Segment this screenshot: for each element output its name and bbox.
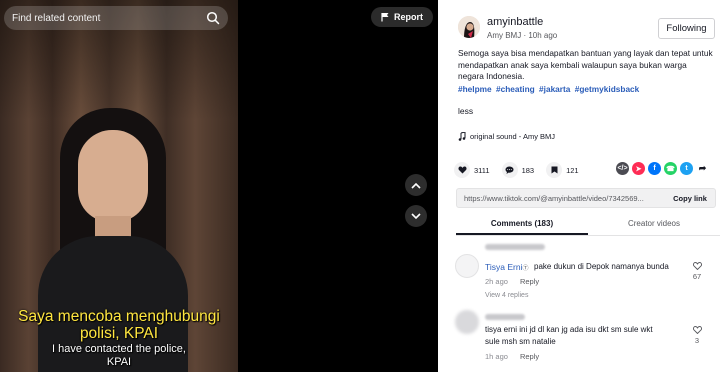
comment-like-count: 3	[694, 336, 700, 345]
send-to-friends-icon[interactable]: ➤	[632, 162, 645, 175]
tab-comments[interactable]: Comments (183)	[456, 214, 588, 235]
search-icon[interactable]	[206, 11, 220, 25]
heart-icon[interactable]	[454, 162, 470, 178]
author-meta: Amy BMJ · 10h ago	[487, 31, 558, 40]
comment-time: 2h ago	[485, 277, 508, 286]
post-description: Semoga saya bisa mendapatkan bantuan yan…	[458, 48, 713, 81]
hashtag-link[interactable]: #getmykidsback	[575, 84, 640, 94]
commenter-avatar[interactable]	[455, 254, 479, 278]
hidden-commenter-name	[485, 314, 525, 320]
search-placeholder[interactable]: Find related content	[12, 13, 206, 24]
next-video-button[interactable]	[405, 205, 427, 227]
heart-outline-icon	[692, 262, 702, 271]
comment-icon[interactable]	[501, 162, 518, 178]
bookmark-icon[interactable]	[546, 162, 563, 178]
previous-video-button[interactable]	[405, 174, 427, 196]
following-button[interactable]: Following	[658, 18, 715, 39]
share-buttons: </> ➤ f ☎ t ➦	[616, 162, 709, 175]
save-count: 121	[566, 165, 579, 175]
comment-meta: 1h ago Reply	[485, 352, 539, 361]
sound-label: original sound - Amy BMJ	[470, 132, 556, 141]
author-username[interactable]: amyinbattle	[487, 16, 543, 28]
hashtag-list: #helpme #cheating #jakarta #getmykidsbac…	[458, 84, 714, 94]
whatsapp-icon[interactable]: ☎	[664, 162, 677, 175]
comment-like[interactable]: 67	[690, 262, 704, 281]
copy-link-button[interactable]: Copy link	[665, 194, 715, 203]
comment-text-line1: tisya erni ini jd dl kan jg ada isu dkt …	[485, 325, 653, 334]
video-backdrop: Report	[238, 0, 438, 372]
view-replies-link[interactable]: View 4 replies	[485, 292, 528, 299]
subtitle-english-line1: I have contacted the police,	[52, 343, 186, 355]
comment-action[interactable]: 183	[501, 162, 535, 178]
chevron-down-icon	[411, 212, 421, 219]
report-label: Report	[394, 12, 423, 22]
heart-outline-icon	[692, 326, 702, 335]
save-action[interactable]: 121	[546, 162, 579, 178]
panel-tabs: Comments (183) Creator videos	[456, 214, 720, 236]
app-root: Find related content Saya mencoba menghu…	[0, 0, 720, 372]
verified-icon: Ⓣ	[522, 266, 529, 272]
subtitles: Saya mencoba menghubungi polisi, KPAI I …	[0, 308, 238, 368]
comment-text: pake dukun di Depok namanya bunda	[534, 262, 669, 271]
video-url[interactable]: https://www.tiktok.com/@amyinbattle/vide…	[457, 194, 665, 203]
hashtag-link[interactable]: #jakarta	[539, 84, 570, 94]
reply-button[interactable]: Reply	[520, 277, 539, 286]
sound-link[interactable]: original sound - Amy BMJ	[458, 132, 555, 141]
facebook-icon[interactable]: f	[648, 162, 661, 175]
comment-meta: 2h ago Reply	[485, 277, 539, 286]
comment-text-line2: sule msh sm natalie	[485, 337, 556, 346]
comment-time: 1h ago	[485, 352, 508, 361]
avatar-image	[458, 16, 480, 38]
author-avatar[interactable]	[458, 16, 480, 38]
like-count: 3111	[474, 165, 490, 175]
subtitle-indonesian: Saya mencoba menghubungi polisi, KPAI	[18, 308, 220, 342]
commenter-avatar[interactable]	[455, 310, 479, 334]
music-note-icon	[458, 132, 466, 141]
comment-like-count: 67	[692, 272, 702, 281]
commenter-name[interactable]: Tisya ErniⓉ	[485, 262, 529, 272]
hidden-comment-name	[485, 244, 545, 250]
reply-button[interactable]: Reply	[520, 352, 539, 361]
embed-icon[interactable]: </>	[616, 162, 629, 175]
less-toggle[interactable]: less	[458, 106, 473, 116]
comment-count: 183	[521, 165, 535, 175]
like-action[interactable]: 3111	[454, 162, 490, 178]
flag-icon	[381, 13, 389, 22]
hashtag-link[interactable]: #helpme	[458, 84, 492, 94]
video-player[interactable]: Find related content Saya mencoba menghu…	[0, 0, 238, 372]
link-copy-box: https://www.tiktok.com/@amyinbattle/vide…	[456, 188, 716, 208]
search-bar[interactable]: Find related content	[4, 6, 228, 30]
twitter-icon[interactable]: t	[680, 162, 693, 175]
tab-creator-videos[interactable]: Creator videos	[588, 214, 720, 235]
chevron-up-icon	[411, 182, 421, 189]
hashtag-link[interactable]: #cheating	[496, 84, 535, 94]
comment-like[interactable]: 3	[690, 326, 704, 345]
report-button[interactable]: Report	[371, 7, 433, 27]
subtitle-english-line2: KPAI	[106, 356, 132, 368]
subject-face	[78, 130, 148, 222]
details-panel: amyinbattle Amy BMJ · 10h ago Following …	[438, 0, 720, 372]
share-arrow-icon[interactable]: ➦	[696, 162, 709, 175]
